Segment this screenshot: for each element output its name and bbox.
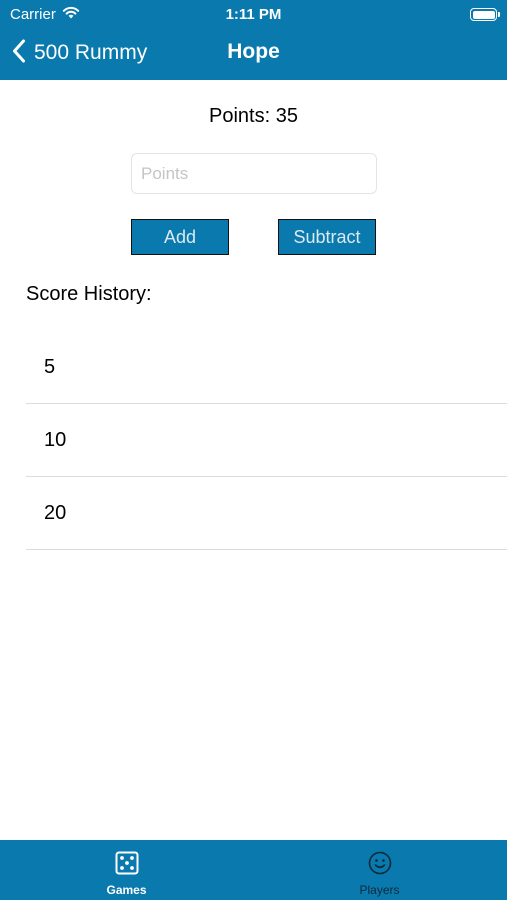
history-value: 10	[44, 428, 67, 451]
tab-games-label: Games	[106, 883, 147, 897]
subtract-button[interactable]: Subtract	[278, 219, 376, 255]
battery-icon	[470, 8, 500, 21]
dice-icon	[115, 851, 139, 880]
score-screen: Carrier 1:11 PM 500 Rummy Hope Points: 3…	[0, 0, 507, 900]
add-button[interactable]: Add	[131, 219, 229, 255]
history-row[interactable]: 20	[26, 477, 507, 550]
points-input[interactable]	[131, 153, 377, 194]
page-title: Hope	[227, 40, 280, 63]
history-value: 5	[44, 355, 56, 378]
tab-players[interactable]: Players	[253, 840, 506, 900]
status-time: 1:11 PM	[225, 6, 282, 23]
top-bar: Carrier 1:11 PM 500 Rummy Hope	[0, 0, 507, 80]
status-bar: Carrier 1:11 PM	[0, 0, 507, 28]
tab-games[interactable]: Games	[0, 840, 253, 900]
history-row[interactable]: 10	[26, 404, 507, 477]
navigation-bar: 500 Rummy Hope	[0, 28, 507, 80]
score-history-list: 5 10 20	[26, 331, 507, 550]
history-row[interactable]: 5	[26, 331, 507, 404]
history-value: 20	[44, 501, 67, 524]
tab-players-label: Players	[359, 883, 400, 897]
score-history-heading: Score History:	[26, 283, 152, 305]
smiley-icon	[368, 851, 392, 880]
tab-bar: Games Players	[0, 840, 507, 900]
points-total: Points: 35	[209, 105, 298, 127]
